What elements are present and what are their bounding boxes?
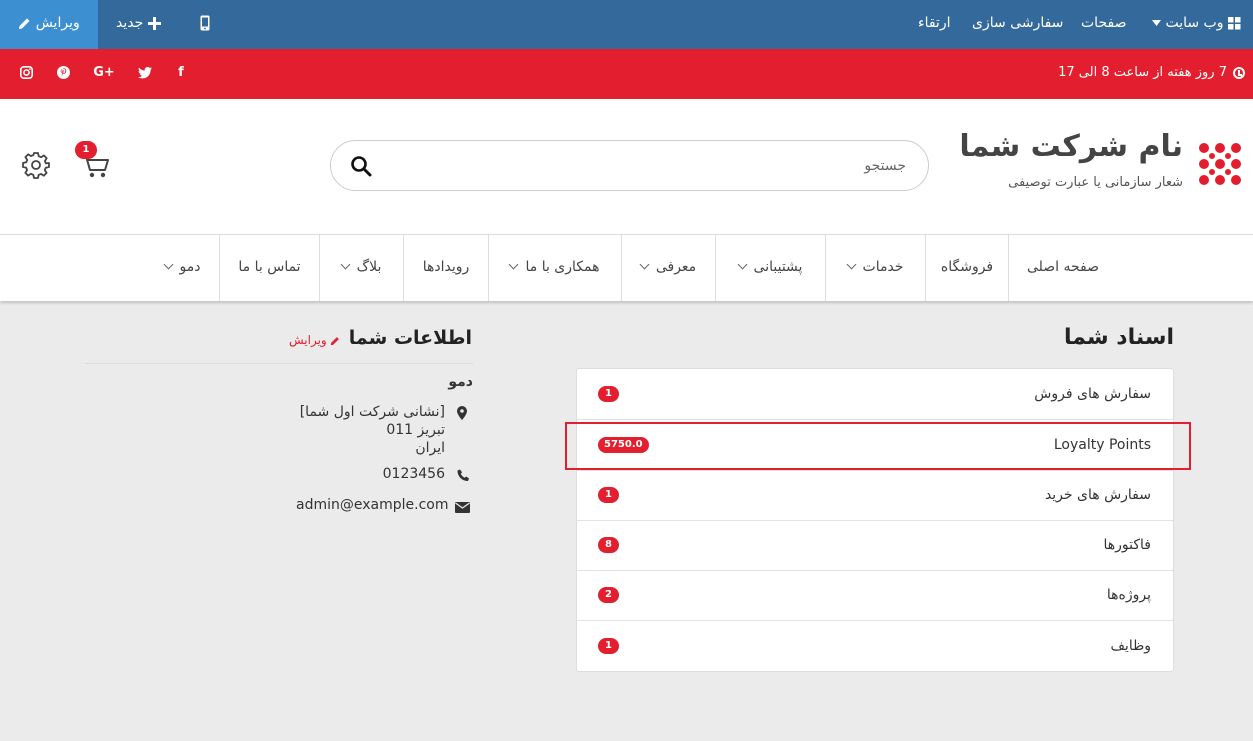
grid-icon bbox=[1227, 16, 1241, 29]
clock-icon bbox=[1233, 66, 1245, 79]
nav-support-label: پشتیبانی bbox=[753, 259, 803, 275]
document-row-sales-orders[interactable]: سفارش های فروش 1 bbox=[577, 369, 1173, 420]
chevron-down-icon bbox=[509, 259, 519, 270]
admin-website-label: وب سایت bbox=[1165, 15, 1224, 31]
info-address: [نشانی شرکت اول شما] تبریز 011 ایران bbox=[300, 403, 445, 457]
envelope-icon bbox=[455, 502, 470, 513]
documents-list: سفارش های فروش 1 Loyalty Points 5750.0 س… bbox=[576, 368, 1174, 672]
info-title: اطلاعات شما bbox=[348, 327, 472, 349]
search-box bbox=[330, 140, 929, 191]
info-edit-link[interactable]: ویرایش bbox=[289, 333, 340, 347]
cart-count-badge: 1 bbox=[75, 141, 97, 159]
document-row-invoices[interactable]: فاکتورها 8 bbox=[577, 520, 1173, 571]
search-input[interactable] bbox=[426, 155, 906, 177]
admin-customize-link[interactable]: سفارشی سازی bbox=[972, 0, 1063, 49]
pencil-icon bbox=[330, 336, 339, 345]
nav-events[interactable]: رویدادها bbox=[403, 235, 488, 301]
working-hours: 7 روز هفته از ساعت 8 الی 17 bbox=[1058, 49, 1245, 97]
document-count-badge: 1 bbox=[598, 386, 619, 402]
nav-blog[interactable]: بلاگ bbox=[319, 235, 403, 301]
phone-icon bbox=[457, 469, 469, 481]
nav-about-label: معرفی bbox=[655, 259, 697, 275]
admin-edit-button[interactable]: ویرایش bbox=[0, 0, 98, 49]
nav-contact[interactable]: تماس با ما bbox=[219, 235, 319, 301]
highlight-frame bbox=[565, 422, 1191, 470]
chevron-down-icon bbox=[340, 259, 351, 270]
nav-demo[interactable]: دمو bbox=[146, 235, 219, 301]
nav-home-label: صفحه اصلی bbox=[1026, 259, 1100, 275]
documents-title: اسناد شما bbox=[1063, 325, 1174, 350]
nav-contact-label: تماس با ما bbox=[238, 259, 301, 275]
nav-blog-label: بلاگ bbox=[356, 259, 382, 275]
admin-new-label: جدید bbox=[116, 15, 144, 31]
company-logo-mark[interactable] bbox=[1196, 140, 1244, 188]
nav-support[interactable]: پشتیبانی bbox=[715, 235, 825, 301]
info-phone: 0123456 bbox=[382, 466, 445, 482]
document-row-purchase-orders[interactable]: سفارش های خرید 1 bbox=[577, 470, 1173, 521]
site-header: نام شرکت شما شعار سازمانی یا عبارت توصیف… bbox=[0, 99, 1253, 234]
search-icon[interactable] bbox=[349, 154, 373, 178]
company-logo-title[interactable]: نام شرکت شما bbox=[959, 129, 1183, 164]
admin-bar: ویرایش جدید ارتقاء سفارشی سازی صفحات وب … bbox=[0, 0, 1253, 49]
nav-careers-label: همکاری با ما bbox=[525, 259, 600, 275]
address-line-3: ایران bbox=[415, 440, 445, 456]
nav-services-label: خدمات bbox=[862, 259, 904, 275]
nav-careers[interactable]: همکاری با ما bbox=[488, 235, 621, 301]
document-count-badge: 2 bbox=[598, 587, 619, 603]
mobile-icon bbox=[200, 15, 210, 31]
nav-services[interactable]: خدمات bbox=[825, 235, 925, 301]
info-divider bbox=[85, 363, 473, 364]
nav-shop[interactable]: فروشگاه bbox=[925, 235, 1008, 301]
admin-pages-link[interactable]: صفحات bbox=[1081, 0, 1126, 49]
plus-icon bbox=[147, 16, 161, 30]
chevron-down-icon bbox=[737, 259, 747, 270]
info-email[interactable]: admin@example.com bbox=[296, 497, 448, 513]
map-marker-icon bbox=[457, 406, 467, 420]
google-plus-icon[interactable]: G+ bbox=[93, 49, 115, 97]
settings-gear-icon[interactable] bbox=[22, 151, 50, 179]
company-logo-subtitle: شعار سازمانی یا عبارت توصیفی bbox=[1008, 175, 1183, 190]
working-hours-text: 7 روز هفته از ساعت 8 الی 17 bbox=[1058, 65, 1227, 80]
chevron-down-icon bbox=[163, 259, 173, 270]
admin-edit-label: ویرایش bbox=[35, 15, 80, 31]
instagram-icon[interactable] bbox=[15, 49, 37, 97]
nav-home[interactable]: صفحه اصلی bbox=[1008, 235, 1117, 301]
document-row-label: سفارش های خرید bbox=[1044, 487, 1151, 503]
document-count-badge: 1 bbox=[598, 487, 619, 503]
nav-shop-label: فروشگاه bbox=[940, 259, 994, 275]
address-line-2: تبریز 011 bbox=[386, 422, 445, 438]
nav-events-label: رویدادها bbox=[422, 259, 470, 275]
mobile-preview-button[interactable] bbox=[200, 0, 210, 49]
info-edit-label: ویرایش bbox=[289, 333, 327, 347]
top-bar: 7 روز هفته از ساعت 8 الی 17 f G+ bbox=[0, 49, 1253, 99]
main-nav: صفحه اصلی فروشگاه خدمات پشتیبانی معرفی ه… bbox=[0, 234, 1253, 301]
pencil-icon bbox=[19, 18, 30, 29]
info-name: دمو bbox=[448, 374, 473, 390]
document-row-tasks[interactable]: وظایف 1 bbox=[577, 621, 1173, 672]
document-row-label: پروژه‌ها bbox=[1106, 587, 1151, 603]
twitter-icon[interactable] bbox=[134, 49, 156, 97]
document-count-badge: 1 bbox=[598, 638, 619, 654]
admin-website-menu[interactable]: وب سایت bbox=[1152, 0, 1241, 49]
address-line-1: [نشانی شرکت اول شما] bbox=[299, 404, 445, 420]
document-row-label: فاکتورها bbox=[1103, 537, 1152, 553]
document-row-label: سفارش های فروش bbox=[1034, 386, 1151, 402]
chevron-down-icon bbox=[846, 259, 856, 270]
admin-upgrade-link[interactable]: ارتقاء bbox=[918, 0, 950, 49]
nav-about[interactable]: معرفی bbox=[621, 235, 715, 301]
admin-new-button[interactable]: جدید bbox=[116, 0, 161, 49]
document-count-badge: 8 bbox=[598, 537, 619, 553]
pinterest-icon[interactable] bbox=[52, 49, 74, 97]
document-row-projects[interactable]: پروژه‌ها 2 bbox=[577, 570, 1173, 621]
chevron-down-icon bbox=[639, 259, 650, 270]
document-row-label: وظایف bbox=[1110, 638, 1151, 654]
caret-down-icon bbox=[1152, 20, 1161, 26]
facebook-icon[interactable]: f bbox=[170, 49, 192, 97]
nav-demo-label: دمو bbox=[179, 259, 201, 275]
